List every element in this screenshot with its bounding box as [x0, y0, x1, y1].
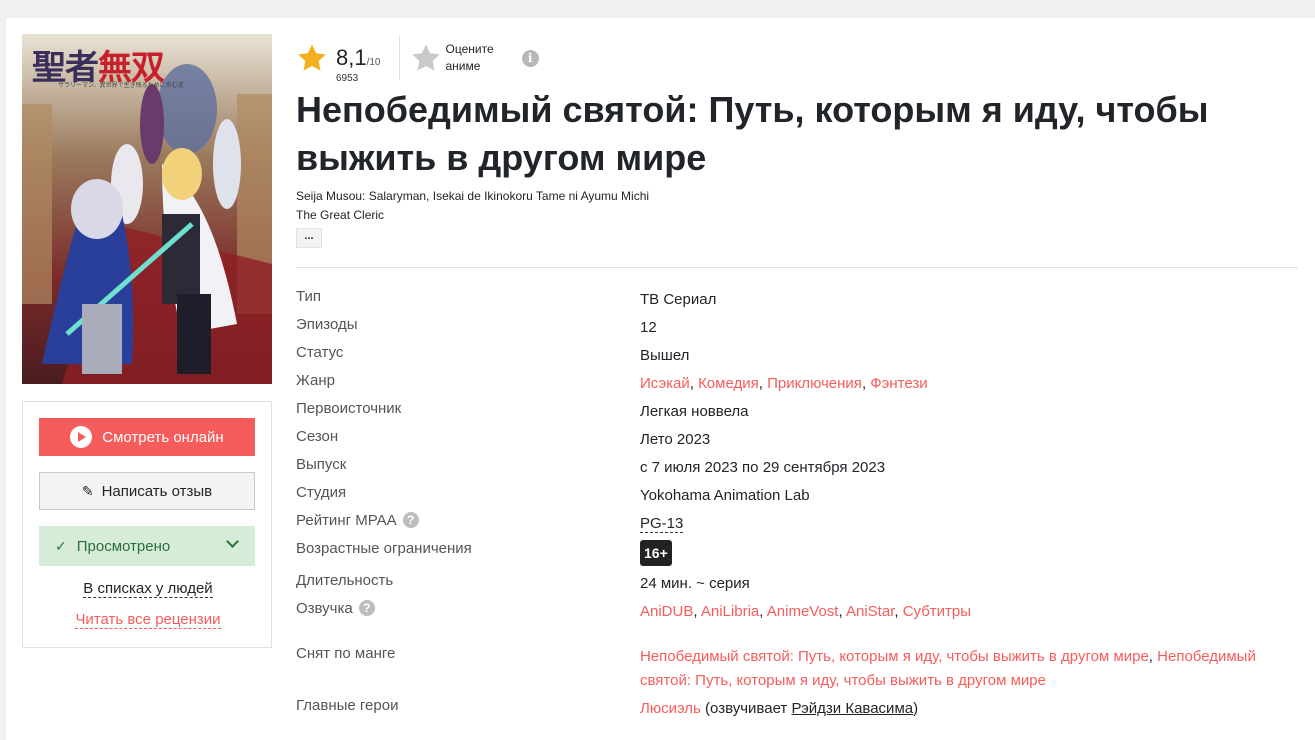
genre-link[interactable]: Фэнтези: [870, 375, 927, 392]
rating-score: 8,1: [336, 45, 367, 70]
watch-online-button[interactable]: Смотреть онлайн: [39, 418, 255, 456]
rating-value: 8,1/10 6953: [336, 45, 381, 84]
actions-panel: Смотреть онлайн ✎ Написать отзыв ✓ Просм…: [22, 401, 272, 648]
rate-star-icon[interactable]: [410, 42, 442, 74]
mpaa-rating[interactable]: PG-13: [640, 515, 684, 533]
read-reviews-link-wrap: Читать все рецензии: [23, 611, 273, 629]
age-badge: 16+: [640, 540, 672, 566]
rating-bar: 8,1/10 6953 Оцените аниме i: [296, 36, 539, 84]
write-review-label: Написать отзыв: [101, 482, 213, 500]
more-names-button[interactable]: ...: [296, 228, 322, 248]
voice-actor-link[interactable]: Рэйдзи Кавасима: [791, 700, 913, 717]
dub-link[interactable]: Субтитры: [903, 603, 971, 620]
watched-status-dropdown[interactable]: ✓ Просмотрено: [39, 526, 255, 566]
watch-online-label: Смотреть онлайн: [102, 428, 224, 446]
help-icon[interactable]: ?: [402, 512, 419, 528]
dub-link[interactable]: AniDUB: [640, 603, 693, 620]
divider: [296, 267, 1298, 268]
dub-link[interactable]: AniStar: [846, 603, 894, 620]
write-review-button[interactable]: ✎ Написать отзыв: [39, 472, 255, 510]
character-link[interactable]: Люсиэль: [640, 700, 701, 717]
info-icon[interactable]: i: [521, 49, 539, 67]
chevron-down-icon: [226, 535, 239, 548]
page-title: Непобедимый святой: Путь, которым я иду,…: [296, 89, 1209, 178]
check-icon: ✓: [55, 537, 67, 554]
genre-link[interactable]: Исэкай: [640, 375, 690, 392]
page: 聖者無双 サラリーマン、異世界で生き残るために歩む道 Смотреть онла…: [6, 18, 1315, 740]
rating-max: /10: [366, 57, 381, 68]
alt-name-english: The Great Cleric: [296, 208, 385, 222]
in-user-lists-link-wrap: В списках у людей: [23, 580, 273, 598]
in-user-lists-link[interactable]: В списках у людей: [83, 580, 213, 598]
alternative-names: Seija Musou: Salaryman, Isekai de Ikinok…: [296, 187, 649, 225]
alt-name-romaji: Seija Musou: Salaryman, Isekai de Ikinok…: [296, 189, 650, 203]
pencil-icon: ✎: [81, 482, 94, 499]
rate-anime-label[interactable]: Оцените аниме: [446, 41, 494, 75]
studio-link[interactable]: Yokohama Animation Lab: [640, 484, 1306, 508]
dub-link[interactable]: AniLibria: [701, 603, 759, 620]
rating-votes: 6953: [336, 73, 359, 84]
manga-link[interactable]: Непобедимый святой: Путь, которым я иду,…: [640, 648, 1149, 665]
genre-link[interactable]: Приключения: [767, 375, 862, 392]
rating-divider: [398, 36, 400, 80]
help-icon[interactable]: ?: [358, 600, 375, 616]
watched-label: Просмотрено: [76, 537, 171, 555]
play-icon: [70, 426, 93, 448]
status-link[interactable]: Вышел: [640, 344, 1306, 368]
anime-poster[interactable]: 聖者無双 サラリーマン、異世界で生き残るために歩む道: [22, 34, 272, 384]
rating-star-icon: [298, 44, 326, 71]
season-link[interactable]: Лето 2023: [640, 428, 1306, 452]
dub-link[interactable]: AnimeVost: [767, 603, 839, 620]
poster-subtitle: サラリーマン、異世界で生き残るために歩む道: [58, 83, 184, 89]
read-all-reviews-link[interactable]: Читать все рецензии: [75, 611, 221, 629]
genre-link[interactable]: Комедия: [698, 375, 759, 392]
